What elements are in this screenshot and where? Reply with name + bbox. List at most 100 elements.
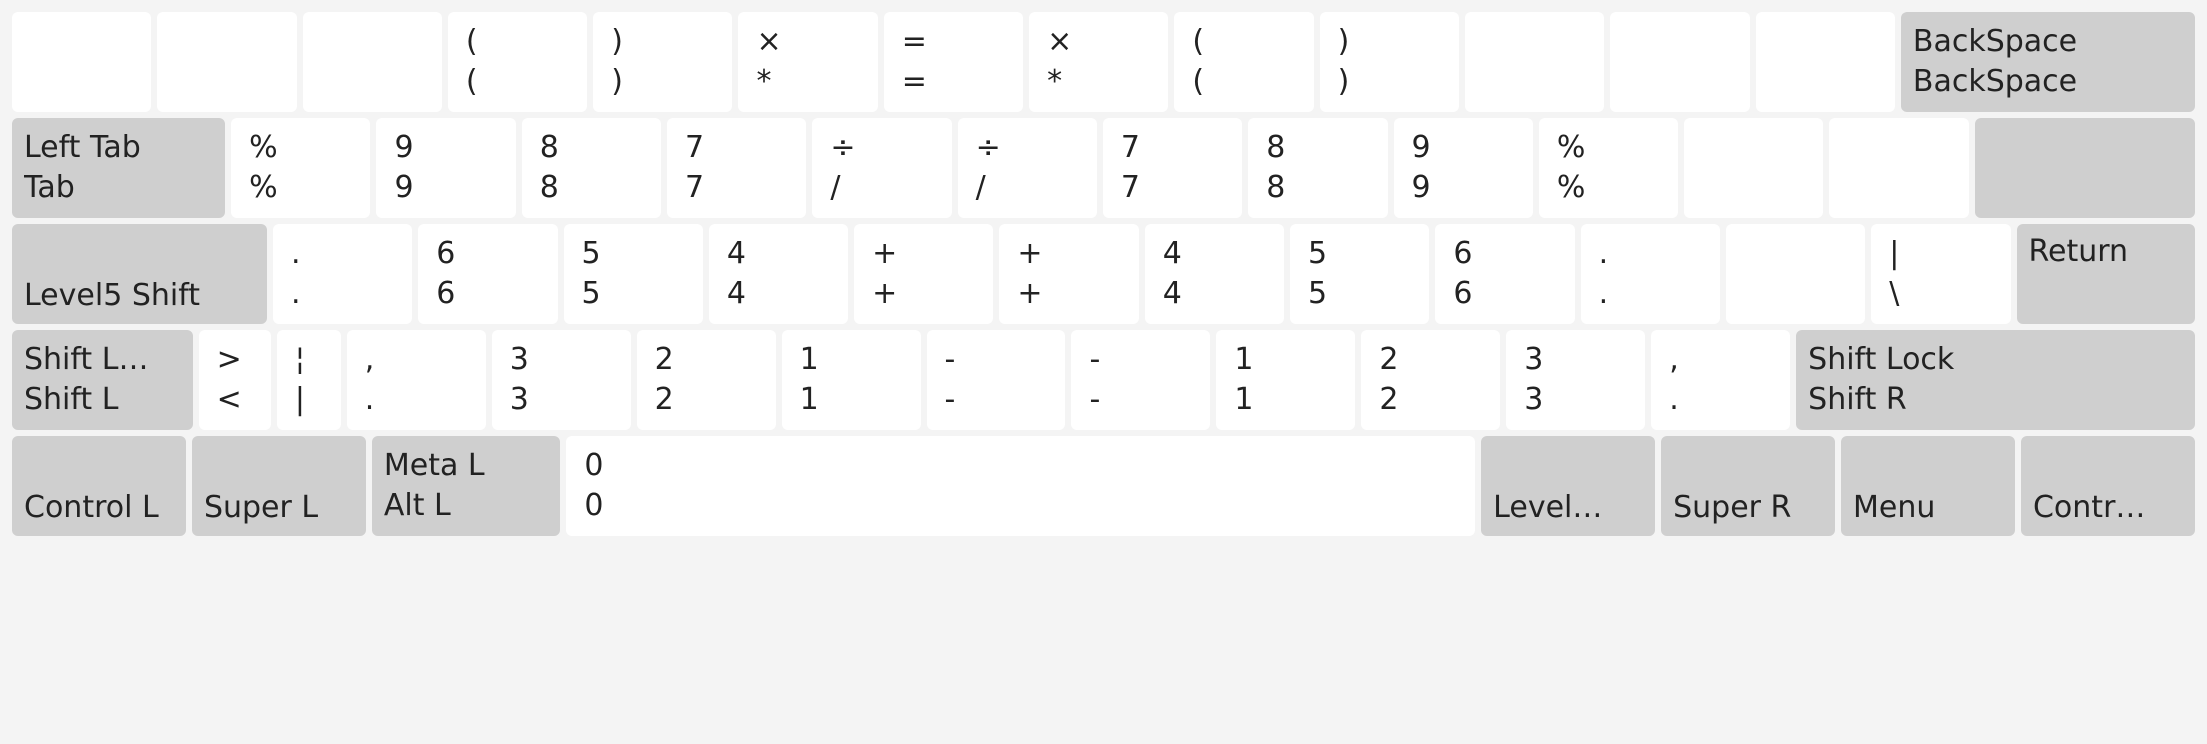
key-space[interactable]: 00 — [566, 436, 1475, 536]
key-r1-9-lower-label: ( — [1186, 62, 1301, 103]
key-r3-5[interactable]: ++ — [854, 224, 993, 324]
key-control-l[interactable]: Control L — [12, 436, 186, 536]
key-r4-6[interactable]: -- — [1071, 330, 1210, 430]
key-r1-4[interactable]: (( — [448, 12, 587, 112]
key-r1-8[interactable]: ×* — [1029, 12, 1168, 112]
key-r3-8-lower-label: 5 — [1302, 274, 1417, 315]
key-r1-12[interactable] — [1610, 12, 1749, 112]
key-r1-3[interactable] — [303, 12, 442, 112]
key-r3-4-lower-label: 4 — [721, 274, 836, 315]
key-level5-shift-lower-label: Level5 Shift — [24, 276, 255, 317]
key-r1-7-upper-label: = — [896, 22, 1011, 63]
key-r2-1-upper-label: % — [243, 128, 358, 169]
key-r3-2[interactable]: 66 — [418, 224, 557, 324]
key-menu[interactable]: Menu — [1841, 436, 2015, 536]
key-r4-8-lower-label: 2 — [1373, 380, 1488, 421]
key-r1-10[interactable]: )) — [1320, 12, 1459, 112]
key-r3-9[interactable]: 66 — [1435, 224, 1574, 324]
key-menu-lower-label: Menu — [1853, 488, 2003, 529]
key-r4-7[interactable]: 11 — [1216, 330, 1355, 430]
key-r3-12-lower-label: \ — [1883, 274, 1998, 315]
key-r4-8[interactable]: 22 — [1361, 330, 1500, 430]
key-r3-4-upper-label: 4 — [721, 234, 836, 275]
key-tab[interactable]: Left TabTab — [12, 118, 225, 218]
key-r1-9-upper-label: ( — [1186, 22, 1301, 63]
key-r4-7-lower-label: 1 — [1228, 380, 1343, 421]
key-r4-2[interactable]: 33 — [492, 330, 631, 430]
key-r4-6-lower-label: - — [1083, 380, 1198, 421]
key-angle[interactable]: >< — [199, 330, 271, 430]
row-top: Left TabTab%%998877÷/÷/778899%% — [12, 118, 2195, 218]
key-super-l[interactable]: Super L — [192, 436, 366, 536]
key-space-upper-label: 0 — [578, 446, 1463, 487]
key-r2-9[interactable]: 99 — [1394, 118, 1533, 218]
key-r3-7-upper-label: 4 — [1157, 234, 1272, 275]
key-r1-6-upper-label: × — [750, 22, 865, 63]
key-r4-9[interactable]: 33 — [1506, 330, 1645, 430]
key-r3-8[interactable]: 55 — [1290, 224, 1429, 324]
key-r3-10-upper-label: . — [1593, 234, 1708, 275]
key-r4-8-upper-label: 2 — [1373, 340, 1488, 381]
key-r3-1[interactable]: .. — [273, 224, 412, 324]
key-r3-6[interactable]: ++ — [999, 224, 1138, 324]
key-r1-11[interactable] — [1465, 12, 1604, 112]
key-r3-3[interactable]: 55 — [564, 224, 703, 324]
key-r1-7[interactable]: == — [884, 12, 1023, 112]
key-r2-5-lower-label: / — [824, 168, 939, 209]
key-r2-3[interactable]: 88 — [522, 118, 661, 218]
key-control-r[interactable]: Contr… — [2021, 436, 2195, 536]
key-angle-lower-label: < — [211, 380, 259, 421]
key-r1-1[interactable] — [12, 12, 151, 112]
key-r4-5[interactable]: -- — [927, 330, 1066, 430]
key-r2-11[interactable] — [1684, 118, 1823, 218]
key-r2-2[interactable]: 99 — [376, 118, 515, 218]
key-r2-8[interactable]: 88 — [1248, 118, 1387, 218]
row-home: Level5 Shift..665544++++445566..|\Return — [12, 224, 2195, 324]
key-r2-1-lower-label: % — [243, 168, 358, 209]
key-r4-2-lower-label: 3 — [504, 380, 619, 421]
key-r4-3[interactable]: 22 — [637, 330, 776, 430]
key-alt-l-lower-label: Alt L — [384, 486, 548, 527]
key-r4-1[interactable]: ,. — [347, 330, 486, 430]
key-r4-10[interactable]: ,. — [1651, 330, 1790, 430]
key-return[interactable]: Return — [2017, 224, 2195, 324]
key-r2-5[interactable]: ÷/ — [812, 118, 951, 218]
key-backspace[interactable]: BackSpaceBackSpace — [1901, 12, 2195, 112]
key-r3-10[interactable]: .. — [1581, 224, 1720, 324]
key-r2-1[interactable]: %% — [231, 118, 370, 218]
key-r4-9-upper-label: 3 — [1518, 340, 1633, 381]
key-r2-13[interactable] — [1975, 118, 2195, 218]
key-r4-4[interactable]: 11 — [782, 330, 921, 430]
key-r3-10-lower-label: . — [1593, 274, 1708, 315]
key-r2-12[interactable] — [1829, 118, 1968, 218]
key-r3-4[interactable]: 44 — [709, 224, 848, 324]
key-level5-shift[interactable]: Level5 Shift — [12, 224, 267, 324]
key-alt-l[interactable]: Meta LAlt L — [372, 436, 560, 536]
key-r2-4-upper-label: 7 — [679, 128, 794, 169]
key-r2-6[interactable]: ÷/ — [958, 118, 1097, 218]
key-r2-7[interactable]: 77 — [1103, 118, 1242, 218]
key-shift-r[interactable]: Shift LockShift R — [1796, 330, 2195, 430]
key-level3[interactable]: Level… — [1481, 436, 1655, 536]
key-r1-9[interactable]: (( — [1174, 12, 1313, 112]
key-level3-lower-label: Level… — [1493, 488, 1643, 529]
key-r2-2-upper-label: 9 — [388, 128, 503, 169]
key-r3-11[interactable] — [1726, 224, 1865, 324]
key-broken-bar[interactable]: ¦| — [277, 330, 341, 430]
key-r2-4[interactable]: 77 — [667, 118, 806, 218]
key-r3-7[interactable]: 44 — [1145, 224, 1284, 324]
key-r4-1-upper-label: , — [359, 340, 474, 381]
key-r3-5-lower-label: + — [866, 274, 981, 315]
key-space-lower-label: 0 — [578, 486, 1463, 527]
key-shift-l[interactable]: Shift L…Shift L — [12, 330, 193, 430]
key-r1-5[interactable]: )) — [593, 12, 732, 112]
key-super-r[interactable]: Super R — [1661, 436, 1835, 536]
key-r3-12[interactable]: |\ — [1871, 224, 2010, 324]
key-r1-2[interactable] — [157, 12, 296, 112]
key-r3-12-upper-label: | — [1883, 234, 1998, 275]
key-r1-10-upper-label: ) — [1332, 22, 1447, 63]
key-r1-13[interactable] — [1756, 12, 1895, 112]
key-r1-6[interactable]: ×* — [738, 12, 877, 112]
key-shift-l-upper-label: Shift L… — [24, 340, 181, 381]
key-r2-10[interactable]: %% — [1539, 118, 1678, 218]
